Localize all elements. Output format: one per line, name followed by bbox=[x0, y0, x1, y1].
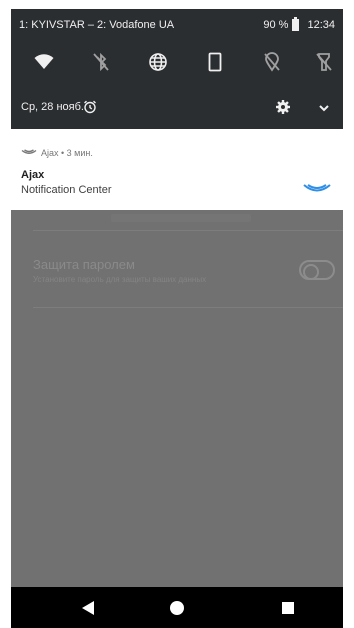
bluetooth-off-icon[interactable] bbox=[88, 49, 114, 75]
ajax-logo-icon bbox=[303, 183, 331, 197]
recents-icon[interactable] bbox=[273, 587, 303, 628]
background-divider bbox=[33, 230, 343, 231]
back-icon[interactable] bbox=[73, 587, 103, 628]
password-protection-title: Защита паролем bbox=[33, 257, 135, 272]
notification-text: Notification Center bbox=[21, 184, 112, 196]
carrier-text: 1: KYIVSTAR – 2: Vodafone UA bbox=[19, 19, 175, 31]
globe-icon[interactable] bbox=[145, 49, 171, 75]
navigation-bar bbox=[11, 587, 343, 628]
notification-separator: • bbox=[58, 148, 67, 158]
date-text: Ср, 28 нояб. bbox=[21, 101, 84, 113]
password-protection-toggle[interactable] bbox=[299, 260, 335, 280]
status-bar: 1: KYIVSTAR – 2: Vodafone UA 90 % 12:34 bbox=[19, 17, 335, 35]
phone-rotation-icon[interactable] bbox=[202, 49, 228, 75]
notification-time: 3 мин. bbox=[66, 148, 93, 158]
status-right: 90 % 12:34 bbox=[263, 17, 335, 31]
clock: 12:34 bbox=[307, 19, 335, 31]
background-cut-text bbox=[111, 214, 251, 222]
notification-header: Ajax • 3 мин. bbox=[21, 148, 93, 158]
notification-shade: 1: KYIVSTAR – 2: Vodafone UA 90 % 12:34 bbox=[11, 9, 343, 129]
notification-app-name: Ajax bbox=[41, 148, 59, 158]
background-divider bbox=[33, 307, 343, 308]
phone-screen: Защита паролем Установите пароль для защ… bbox=[11, 9, 343, 628]
alarm-clock-icon[interactable] bbox=[83, 100, 97, 114]
chevron-down-icon[interactable] bbox=[317, 101, 331, 115]
password-protection-subtitle: Установите пароль для защиты ваших данны… bbox=[33, 275, 207, 284]
notification-card[interactable]: Ajax • 3 мин. Ajax Notification Center bbox=[11, 129, 343, 210]
gear-icon[interactable] bbox=[275, 99, 291, 115]
battery-icon bbox=[292, 17, 300, 31]
flashlight-off-icon[interactable] bbox=[311, 49, 337, 75]
wifi-icon[interactable] bbox=[31, 49, 57, 75]
quick-settings-row bbox=[11, 49, 343, 75]
home-icon[interactable] bbox=[162, 587, 192, 628]
notification-title: Ajax bbox=[21, 169, 45, 181]
date-row: Ср, 28 нояб. bbox=[21, 99, 333, 117]
ajax-logo-icon bbox=[21, 149, 37, 157]
battery-percent: 90 % bbox=[263, 19, 289, 31]
location-off-icon[interactable] bbox=[259, 49, 285, 75]
